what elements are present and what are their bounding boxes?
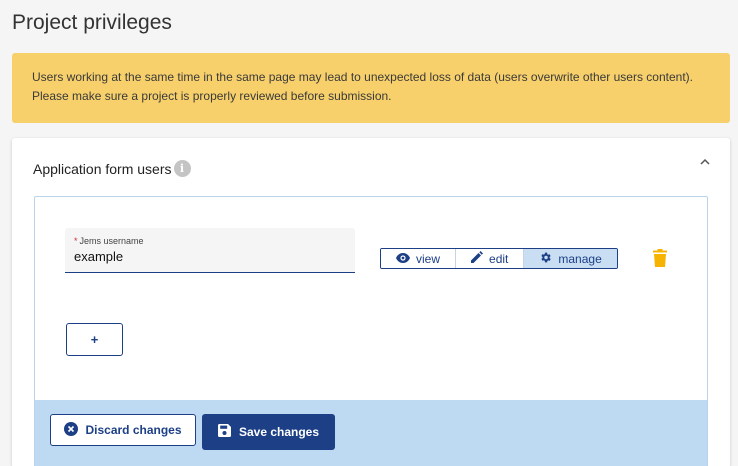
gear-icon	[539, 251, 552, 267]
concurrent-edit-warning: Users working at the same time in the sa…	[12, 53, 730, 123]
pencil-icon	[471, 251, 484, 266]
save-icon	[217, 424, 231, 440]
privilege-view-button[interactable]: view	[381, 249, 457, 268]
privilege-label: view	[416, 251, 441, 266]
privilege-label: manage	[558, 251, 602, 266]
section-header: Application form users i	[33, 160, 191, 177]
project-privileges-page: Project privileges Users working at the …	[0, 0, 738, 466]
privilege-toggle-group: view edit manage	[380, 248, 618, 269]
close-circle-icon	[64, 421, 79, 439]
required-marker: *	[74, 236, 78, 246]
field-label-text: Jems username	[79, 236, 144, 246]
application-form-users-card: Application form users i *Jems username	[12, 138, 730, 466]
jems-username-input[interactable]	[74, 249, 346, 264]
section-title: Application form users	[33, 160, 172, 177]
save-label: Save changes	[238, 425, 320, 439]
privilege-edit-button[interactable]: edit	[456, 249, 525, 268]
add-user-button[interactable]: +	[66, 323, 123, 356]
privilege-label: edit	[489, 251, 509, 266]
save-changes-button[interactable]: Save changes	[202, 414, 335, 450]
jems-username-field[interactable]: * Jems username	[65, 228, 355, 273]
page-title: Project privileges	[12, 11, 172, 34]
discard-label: Discard changes	[85, 423, 182, 437]
eye-icon	[396, 252, 410, 266]
users-form: *Jems username view	[34, 196, 708, 466]
discard-changes-button[interactable]: Discard changes	[50, 414, 196, 446]
chevron-up-icon[interactable]	[697, 154, 713, 170]
info-icon[interactable]: i	[173, 160, 191, 177]
field-label: * Jems username	[74, 236, 346, 247]
trash-icon[interactable]	[653, 249, 667, 267]
privilege-manage-button[interactable]: manage	[524, 249, 617, 268]
form-action-bar: Discard changes Save changes	[35, 400, 707, 466]
